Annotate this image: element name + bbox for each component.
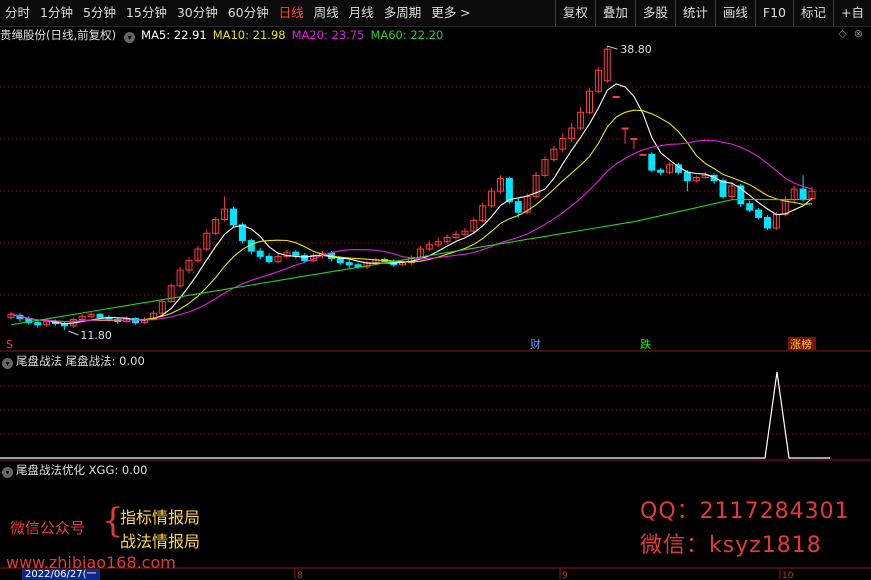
candle-down <box>799 188 807 200</box>
candle-down <box>238 224 246 242</box>
ma60-label: MA60: 22.20 <box>370 28 444 42</box>
candle-down <box>230 208 237 226</box>
candle-down <box>746 203 754 211</box>
ma5-label: MA5: 22.91 <box>141 28 207 42</box>
ma20-line <box>10 139 813 323</box>
diamond-icon[interactable]: ◇ <box>838 27 846 40</box>
candle-down <box>514 201 522 213</box>
pane-controls: ◇ ⊗ <box>838 27 863 40</box>
low-pointer <box>68 330 79 336</box>
date-cursor-label: 2022/06/27(一 <box>22 569 100 580</box>
candle-down <box>683 171 691 182</box>
candle-down <box>657 169 665 173</box>
high-price-label: 38.80 <box>620 43 652 56</box>
candle-up <box>639 153 647 156</box>
wechat-watermark: 微信：ksyz1818 <box>640 533 822 558</box>
month-tick-label: 10 <box>782 571 794 579</box>
indicator1-line <box>0 371 830 459</box>
indicator1-name: 尾盘战法 <box>16 354 62 368</box>
candle-down <box>336 257 344 264</box>
close-icon[interactable]: ⊗ <box>850 27 863 40</box>
chevron-down-icon[interactable]: ▾ <box>2 467 13 478</box>
candle-down <box>96 313 104 318</box>
indicator2-title: ▾ 尾盘战法优化 XGG: 0.00 <box>0 462 148 478</box>
ma5-line <box>10 83 813 325</box>
month-tick-label: 9 <box>562 571 568 579</box>
candle-down <box>265 255 273 263</box>
candle-up <box>621 127 629 130</box>
promo-line1: 指标情报局 <box>120 508 201 527</box>
candle-down <box>764 216 771 229</box>
candle-down <box>34 322 42 326</box>
promo-line2: 战法情报局 <box>120 532 201 551</box>
qq-watermark: QQ：2117284301 <box>640 499 850 524</box>
settings-circle-icon[interactable]: ▾ <box>124 32 136 43</box>
event-marker: 跌 <box>640 337 651 351</box>
candle-up <box>630 138 638 141</box>
candle-down <box>648 153 656 171</box>
candle-down <box>256 250 264 257</box>
candle-down <box>505 178 513 203</box>
indicator2-value: XGG: 0.00 <box>88 463 148 477</box>
ma10-label: MA10: 21.98 <box>212 28 286 42</box>
event-marker: S <box>6 338 13 351</box>
candle-down <box>301 254 309 262</box>
indicator1-title: ▾ 尾盘战法 尾盘战法: 0.00 <box>0 353 145 369</box>
low-price-label: 11.80 <box>80 329 112 342</box>
stock-name: 贵绳股份(日线,前复权) <box>0 28 117 42</box>
ma20-label: MA20: 23.75 <box>291 28 365 42</box>
wechat-label: 微信公众号 <box>10 519 86 537</box>
chevron-down-icon[interactable]: ▾ <box>2 358 13 369</box>
event-marker: 涨榜 <box>790 337 812 351</box>
event-marker: 财 <box>530 337 541 351</box>
candle-down <box>755 209 763 218</box>
candle-down <box>292 251 300 256</box>
month-tick-label: 8 <box>297 571 303 579</box>
main-pane-title: 贵绳股份(日线,前复权) ▾ MA5: 22.91 MA10: 21.98 MA20: … <box>0 27 871 43</box>
candle-down <box>345 262 353 266</box>
indicator1-value: 尾盘战法: 0.00 <box>65 354 145 368</box>
candle-down <box>719 180 727 197</box>
indicator2-name: 尾盘战法优化 <box>16 463 85 477</box>
candle-up <box>612 95 620 98</box>
